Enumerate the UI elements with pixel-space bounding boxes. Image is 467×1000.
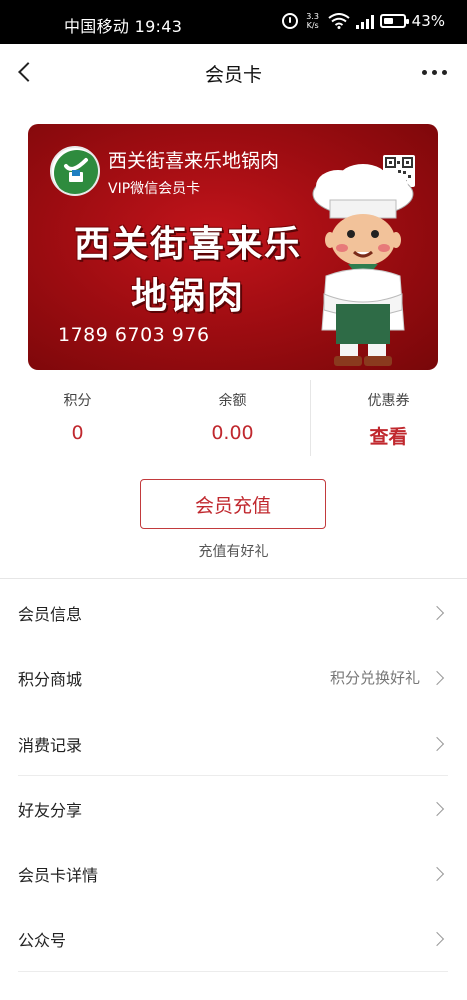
network-speed: 3.3 K/s	[304, 12, 322, 30]
chevron-right-icon	[429, 931, 445, 946]
carrier-time: 中国移动 19:43	[64, 17, 183, 36]
section-divider	[0, 578, 467, 579]
recharge-button[interactable]: 会员充值	[140, 479, 326, 529]
wifi-icon	[328, 13, 350, 29]
menu-item-label: 消费记录	[18, 735, 83, 755]
balance-stat[interactable]: 余额 0.00	[155, 378, 310, 444]
menu-item-share-friends[interactable]: 好友分享	[18, 776, 448, 841]
menu-item-points-mall[interactable]: 积分商城 积分兑换好礼	[18, 645, 448, 710]
membership-card[interactable]: 西关街喜来乐地锅肉 VIP微信会员卡 西关街喜来乐 地锅肉 1789 6703 …	[28, 124, 438, 370]
menu-item-label: 积分商城	[18, 669, 83, 689]
store-name: 西关街喜来乐地锅肉	[108, 150, 280, 172]
points-label: 积分	[63, 393, 92, 409]
balance-value: 0.00	[211, 422, 254, 444]
menu-item-official-account[interactable]: 公众号	[18, 906, 448, 971]
menu-item-label: 会员卡详情	[18, 865, 99, 885]
battery-percent: 43%	[411, 12, 445, 30]
chevron-right-icon	[429, 605, 445, 620]
menu-item-member-info[interactable]: 会员信息	[18, 580, 448, 645]
points-value: 0	[71, 422, 84, 444]
page-title: 会员卡	[204, 64, 262, 86]
chevron-right-icon	[429, 670, 445, 685]
more-options-icon[interactable]	[422, 70, 447, 75]
chevron-right-icon	[429, 801, 445, 816]
menu-item-label: 公众号	[18, 930, 67, 950]
card-type: VIP微信会员卡	[108, 181, 201, 197]
points-stat[interactable]: 积分 0	[0, 378, 155, 444]
menu-divider	[18, 971, 448, 972]
menu-item-consumption-records[interactable]: 消费记录	[18, 711, 448, 776]
nav-header: 会员卡	[0, 44, 467, 102]
network-speed-unit: K/s	[306, 21, 319, 30]
chevron-right-icon	[429, 736, 445, 751]
balance-label: 余额	[218, 393, 247, 409]
alarm-icon	[281, 13, 298, 29]
store-logo	[50, 146, 100, 196]
menu-item-label: 好友分享	[18, 800, 83, 820]
card-brand-line1: 西关街喜来乐	[73, 224, 302, 265]
card-brand-text: 西关街喜来乐 地锅肉	[68, 219, 308, 323]
coupons-stat[interactable]: 优惠券 查看	[311, 378, 466, 449]
card-number: 1789 6703 976	[58, 324, 210, 346]
chef-illustration	[312, 164, 414, 366]
coupons-view-link[interactable]: 查看	[311, 422, 466, 449]
status-bar: 中国移动 19:43 3.3 K/s 43%	[0, 0, 467, 44]
card-brand-line2: 地锅肉	[130, 276, 245, 317]
network-speed-value: 3.3	[306, 12, 320, 21]
member-stats: 积分 0 余额 0.00 优惠券 查看	[0, 378, 467, 458]
battery-icon	[379, 14, 409, 28]
menu-item-card-details[interactable]: 会员卡详情	[18, 841, 448, 906]
menu-item-hint: 积分兑换好礼	[329, 669, 420, 687]
menu-item-label: 会员信息	[18, 604, 83, 624]
coupons-label: 优惠券	[367, 393, 410, 409]
signal-icon	[355, 13, 374, 29]
recharge-tip: 充值有好礼	[198, 544, 269, 560]
status-icons: 3.3 K/s 43%	[281, 12, 445, 30]
chevron-right-icon	[429, 866, 445, 881]
